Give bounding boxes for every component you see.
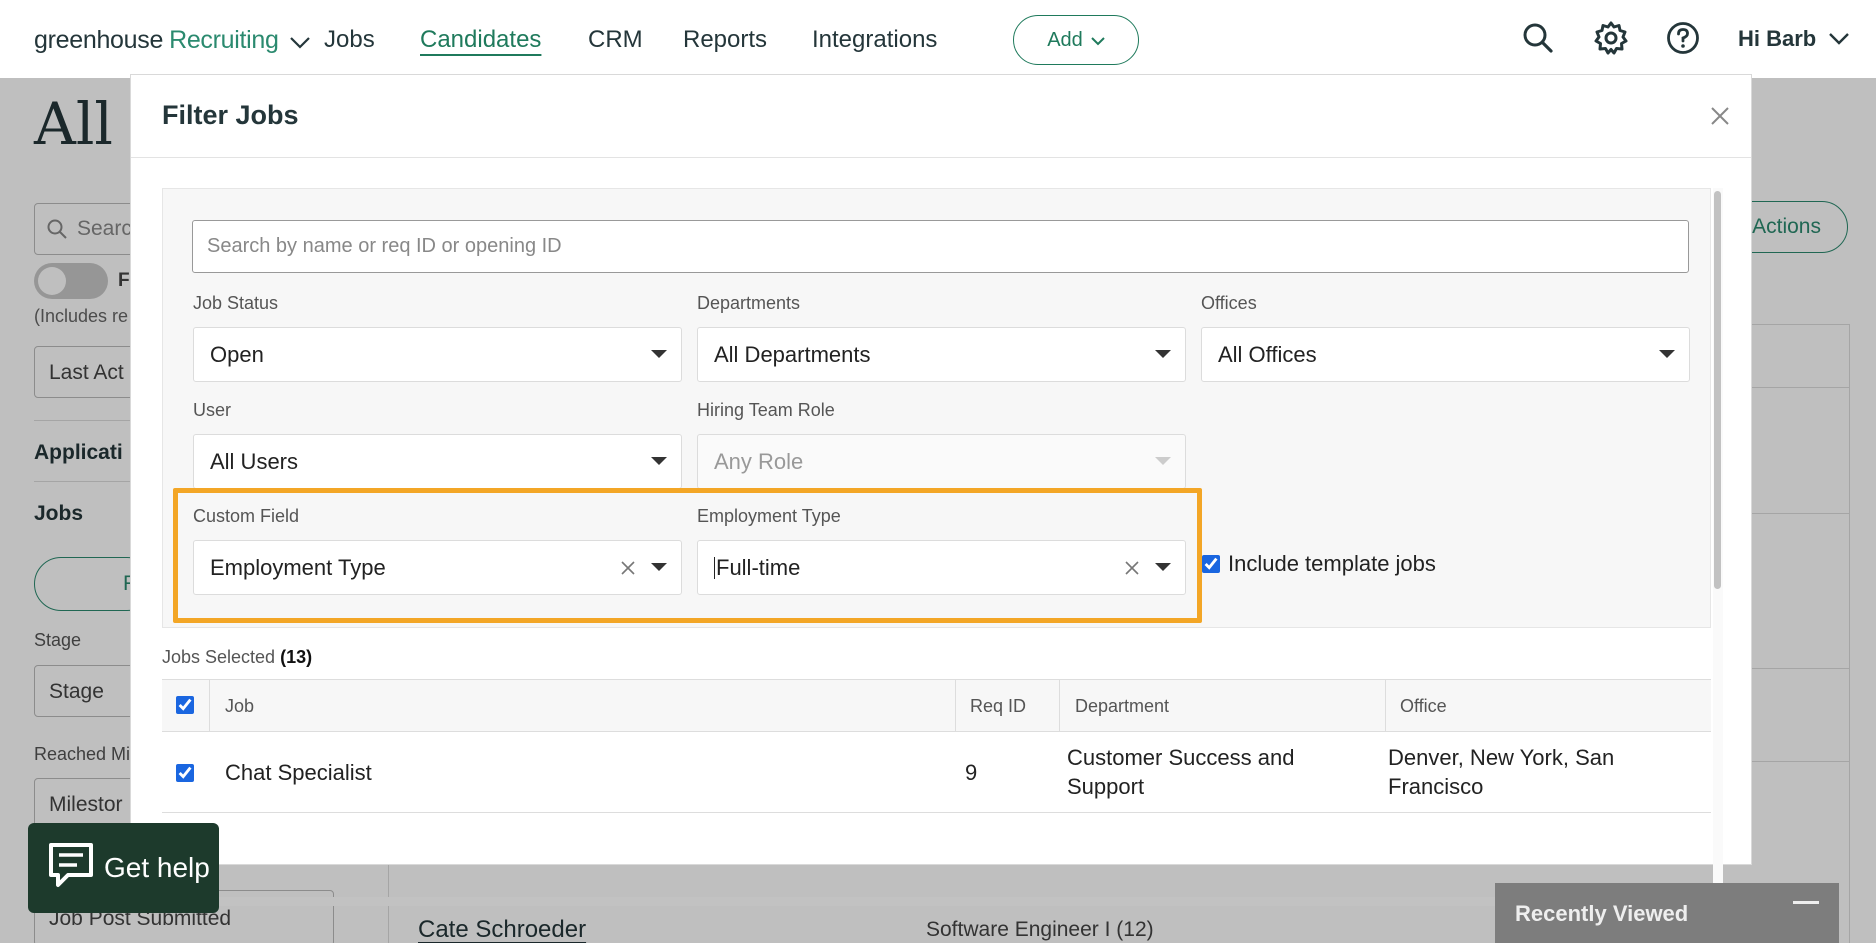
divider [131,157,1751,158]
jobs-selected-count: (13) [280,647,313,667]
greenhouse-logo[interactable]: greenhouse Recruiting [34,24,311,57]
job-status-label: Job Status [193,293,279,313]
nav-link-integrations[interactable]: Integrations [812,26,937,54]
column-header-job[interactable]: Job [225,696,254,717]
get-help-button[interactable]: Get help [28,823,219,913]
include-template-jobs[interactable]: Include template jobs [1202,551,1436,577]
table-horizontal-scrollbar[interactable] [164,897,1691,906]
close-icon[interactable] [1705,101,1735,131]
job-name-cell: Chat Specialist [225,760,372,785]
nav-link-jobs[interactable]: Jobs [324,26,375,54]
custom-field-value: Employment Type [210,554,386,580]
chevron-down-icon [1828,26,1850,52]
offices-select[interactable]: All Offices [1201,327,1690,382]
offices-label: Offices [1201,293,1257,313]
jobs-table: Job Req ID Department Office Chat Specia… [162,679,1711,819]
column-divider [1385,680,1386,732]
select-all-checkbox[interactable] [176,696,194,714]
hiring-team-role-value: Any Role [714,448,804,474]
caret-down-icon[interactable] [651,563,667,571]
caret-down-icon [651,350,667,358]
department-cell-line2: Support [1067,774,1145,799]
column-header-department[interactable]: Department [1075,696,1169,717]
hiring-team-role-label: Hiring Team Role [697,400,835,420]
include-template-jobs-label: Include template jobs [1228,551,1436,576]
employment-type-value: Full-time [716,554,801,580]
chat-bubble-icon [46,840,96,897]
employment-type-label: Employment Type [697,506,841,526]
user-value: All Users [210,448,299,474]
user-select[interactable]: All Users [193,434,682,489]
department-cell-line1: Customer Success and [1067,745,1295,770]
include-template-jobs-checkbox[interactable] [1202,555,1220,573]
modal-scrollbar-thumb[interactable] [1714,191,1721,589]
recently-viewed-label: Recently Viewed [1515,901,1689,926]
custom-field-select[interactable]: Employment Type [193,540,682,595]
add-button-label: Add [1047,28,1083,51]
table-header: Job Req ID Department Office [162,680,1711,732]
custom-field-label: Custom Field [193,506,300,526]
departments-value: All Departments [714,341,871,367]
nav-link-reports[interactable]: Reports [683,26,767,54]
text-cursor [714,556,715,579]
employment-type-select[interactable]: Full-time [697,540,1186,595]
logo-secondary-text: Recruiting [169,26,279,54]
table-row[interactable]: Chat Specialist 9 Customer Success and S… [162,733,1711,813]
req-id-cell: 9 [965,760,978,785]
caret-down-icon [1659,350,1675,358]
user-greeting: Hi Barb [1738,26,1817,51]
filter-jobs-modal: Filter Jobs Job Status Open Departments … [130,74,1752,906]
offices-value: All Offices [1218,341,1317,367]
gear-icon[interactable] [1593,20,1629,56]
clear-icon[interactable] [617,555,639,581]
departments-label: Departments [697,293,801,313]
column-header-req-id[interactable]: Req ID [970,696,1026,717]
job-status-select[interactable]: Open [193,327,682,382]
chevron-down-icon[interactable] [289,28,311,57]
caret-down-icon [651,457,667,465]
job-status-value: Open [210,341,264,367]
top-navigation: greenhouse Recruiting Jobs Candidates CR… [0,0,1876,78]
caret-down-icon[interactable] [1155,563,1171,571]
column-divider [1059,680,1060,732]
minimize-icon[interactable] [1793,901,1819,904]
job-search-input[interactable] [192,220,1689,273]
column-divider [209,680,210,732]
office-cell-line1: Denver, New York, San [1388,745,1615,770]
caret-down-icon [1155,457,1171,465]
logo-primary-text: greenhouse [34,26,164,54]
modal-title: Filter Jobs [162,100,299,130]
user-menu[interactable]: Hi Barb [1738,26,1850,52]
nav-link-crm[interactable]: CRM [588,26,643,54]
jobs-selected-summary: Jobs Selected (13) [162,647,312,668]
hiring-team-role-select: Any Role [697,434,1186,489]
help-question-icon[interactable] [1665,20,1701,56]
office-cell-line2: Francisco [1388,774,1484,799]
search-icon[interactable] [1520,20,1556,56]
jobs-selected-label: Jobs Selected [162,647,276,667]
nav-link-candidates[interactable]: Candidates [420,26,541,54]
chevron-down-icon [1091,29,1105,52]
row-checkbox[interactable] [176,764,194,782]
caret-down-icon [1155,350,1171,358]
add-button[interactable]: Add [1013,15,1139,65]
get-help-label: Get help [104,852,210,883]
clear-icon[interactable] [1121,555,1143,581]
recently-viewed-panel[interactable]: Recently Viewed [1495,883,1839,943]
user-label: User [193,400,232,420]
column-header-office[interactable]: Office [1400,696,1447,717]
departments-select[interactable]: All Departments [697,327,1186,382]
column-divider [955,680,956,732]
